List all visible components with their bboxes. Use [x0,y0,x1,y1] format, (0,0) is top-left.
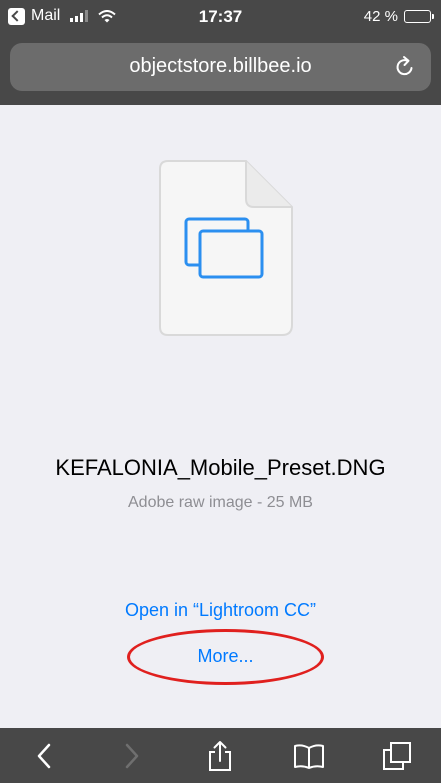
document-icon [159,160,293,336]
file-type-info: Adobe raw image - 25 MB [128,494,313,511]
forward-icon [126,743,139,768]
back-icon [37,743,51,768]
more-link[interactable]: More... [127,646,324,667]
tabs-button[interactable] [372,731,422,781]
open-in-lightroom-link[interactable]: Open in “Lightroom CC” [0,600,441,621]
share-button[interactable] [195,731,245,781]
address-bar[interactable]: objectstore.billbee.io [10,43,431,91]
share-icon [209,740,232,771]
browser-header: objectstore.billbee.io [0,34,441,105]
battery-text: 42 % [363,8,398,25]
battery-icon [404,10,434,23]
download-content: KEFALONIA_Mobile_Preset.DNG Adobe raw im… [0,105,441,728]
status-bar: Mail 17:37 42 % [0,0,441,34]
url-text[interactable]: objectstore.billbee.io [10,55,431,78]
tabs-icon [382,741,411,770]
forward-button[interactable] [107,731,157,781]
more-options-area: More... [127,629,324,685]
bookmarks-button[interactable] [284,731,334,781]
status-right: 42 % [363,8,434,25]
bottom-toolbar [0,728,441,783]
back-button[interactable] [19,731,69,781]
bookmarks-icon [293,743,324,769]
file-name: KEFALONIA_Mobile_Preset.DNG [55,455,386,480]
reload-icon[interactable] [393,55,417,79]
